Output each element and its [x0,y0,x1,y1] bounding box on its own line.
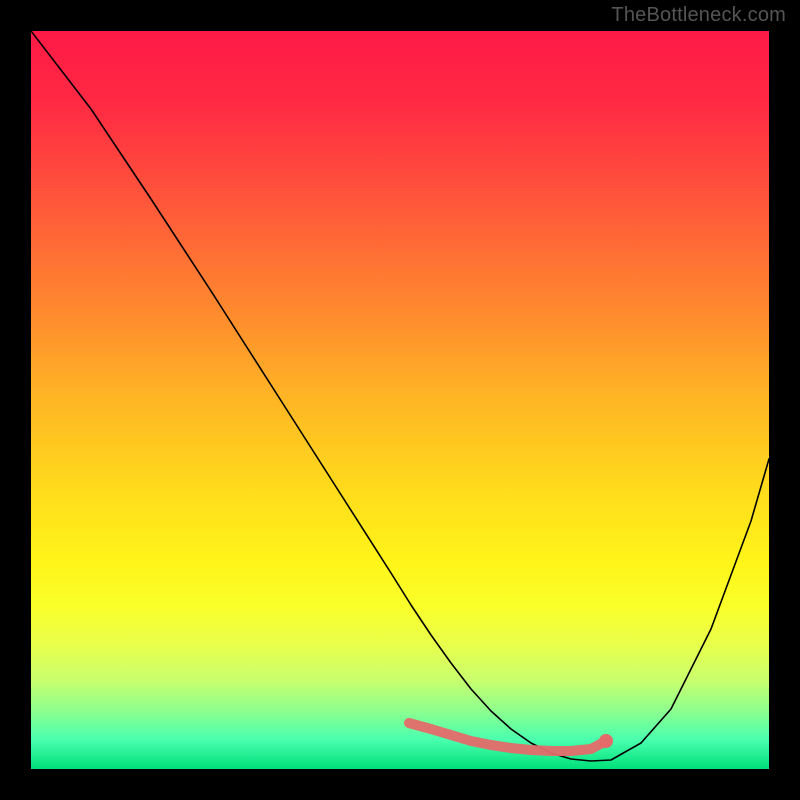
watermark-text: TheBottleneck.com [611,4,786,27]
curve-layer [31,31,769,769]
optimal-range-end-marker [599,734,613,748]
plot-area [31,31,769,769]
optimal-range-highlight [409,723,606,751]
chart-frame: TheBottleneck.com [0,0,800,800]
bottleneck-curve [31,31,769,761]
